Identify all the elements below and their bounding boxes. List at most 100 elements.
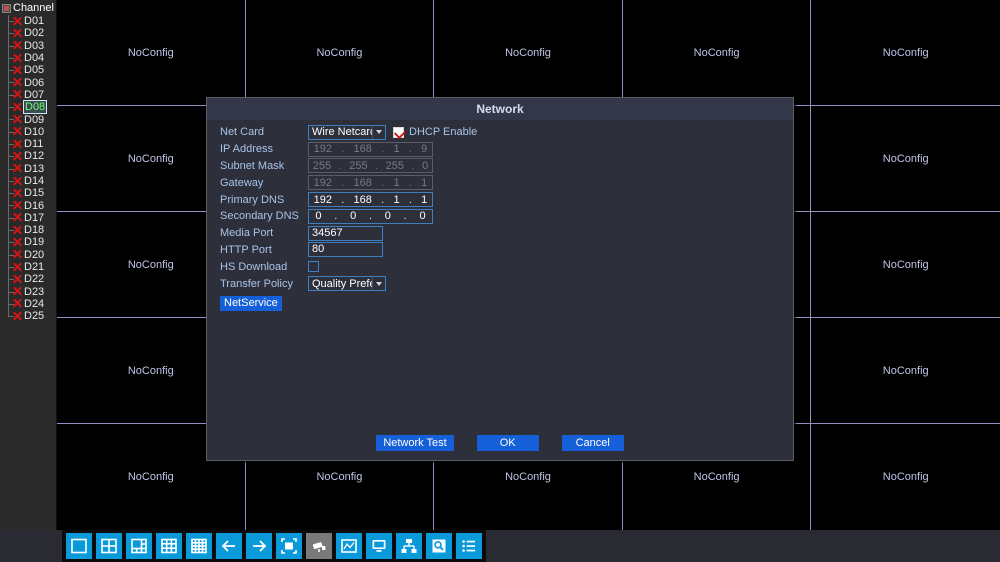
channel-item-d19[interactable]: D19 (4, 236, 56, 248)
channel-item-d16[interactable]: D16 (4, 199, 56, 212)
channel-item-d25[interactable]: D25 (4, 310, 56, 322)
dialog-footer: Network Test OK Cancel (207, 435, 793, 451)
channel-item-label: D23 (24, 285, 45, 298)
video-cell[interactable]: NoConfig (811, 424, 1000, 530)
channel-item-d09[interactable]: D09 (4, 113, 56, 126)
six-view-icon (130, 537, 148, 555)
form-row-primary-dns: Primary DNS 192. 168. 1. 1 (220, 191, 477, 208)
video-cell[interactable]: NoConfig (434, 0, 623, 106)
channel-item-label: D05 (24, 64, 45, 77)
video-cell[interactable]: NoConfig (811, 212, 1000, 318)
channel-item-d03[interactable]: D03 (4, 40, 56, 52)
output-adjust-button[interactable] (366, 533, 392, 559)
primary-dns-input[interactable]: 192. 168. 1. 1 (308, 192, 433, 208)
gateway-octet-4: 1 (421, 176, 428, 189)
dhcp-enable-checkbox[interactable] (393, 126, 404, 138)
channel-item-label: D20 (24, 248, 45, 261)
channel-item-d06[interactable]: D06 (4, 76, 56, 89)
view-1-split-button[interactable] (66, 533, 92, 559)
channel-item-d22[interactable]: D22 (4, 273, 56, 285)
channel-item-d10[interactable]: D10 (4, 126, 56, 138)
channel-item-label: D25 (24, 310, 45, 323)
cancel-button[interactable]: Cancel (561, 435, 624, 451)
network-test-button[interactable]: Network Test (376, 435, 454, 451)
media-port-input[interactable]: 34567 (308, 225, 383, 241)
channel-item-d20[interactable]: D20 (4, 249, 56, 261)
transfer-policy-select[interactable]: Quality Prefer (308, 276, 386, 292)
channel-item-d08[interactable]: D08 (4, 100, 56, 115)
red-x-icon (12, 176, 23, 187)
red-x-icon (12, 274, 23, 285)
channel-item-d05[interactable]: D05 (4, 64, 56, 76)
channel-tree-header[interactable]: Channel (0, 0, 56, 15)
ok-button[interactable]: OK (476, 435, 539, 451)
primary-dns-octet-1: 192 (313, 193, 332, 206)
red-x-icon (12, 40, 23, 51)
channel-item-d01[interactable]: D01 (4, 15, 56, 27)
secondary-dns-octet-3: 0 (384, 210, 391, 223)
record-search-button[interactable] (426, 533, 452, 559)
subnet-mask-input[interactable]: 255. 255. 255. 0 (308, 158, 433, 174)
hs-download-checkbox[interactable] (308, 261, 319, 273)
chevron-down-icon[interactable] (372, 125, 385, 139)
view-4-split-button[interactable] (96, 533, 122, 559)
color-setting-button[interactable] (336, 533, 362, 559)
video-cell-label: NoConfig (693, 471, 740, 483)
dialog-title: Network (207, 98, 793, 120)
secondary-dns-input[interactable]: 0. 0. 0. 0 (308, 208, 433, 224)
chevron-down-icon[interactable] (372, 277, 385, 291)
primary-dns-octet-2: 168 (353, 193, 372, 206)
next-page-button[interactable] (246, 533, 272, 559)
net-card-select[interactable]: Wire Netcard (308, 124, 386, 140)
red-x-icon (12, 53, 23, 64)
channel-item-d07[interactable]: D07 (4, 89, 56, 101)
channel-item-d04[interactable]: D04 (4, 52, 56, 64)
view-6-split-button[interactable] (126, 533, 152, 559)
tree-expand-icon[interactable] (2, 3, 11, 13)
channel-item-d24[interactable]: D24 (4, 298, 56, 310)
channel-item-d15[interactable]: D15 (4, 187, 56, 199)
ip-address-label: IP Address (220, 143, 273, 156)
channel-item-d23[interactable]: D23 (4, 286, 56, 298)
channel-item-label: D22 (24, 273, 45, 286)
channel-item-d14[interactable]: D14 (4, 175, 56, 187)
main-menu-button[interactable] (456, 533, 482, 559)
red-x-icon (12, 298, 23, 309)
red-x-icon (12, 311, 23, 322)
fullscreen-button[interactable] (276, 533, 302, 559)
netservice-button[interactable]: NetService (220, 295, 282, 311)
media-port-label: Media Port (220, 227, 274, 240)
http-port-input[interactable]: 80 (308, 242, 383, 258)
video-cell-label: NoConfig (882, 471, 929, 483)
channel-item-d11[interactable]: D11 (4, 138, 56, 150)
channel-item-d17[interactable]: D17 (4, 212, 56, 224)
channel-item-label: D03 (24, 39, 45, 52)
red-x-icon (12, 114, 23, 125)
ptz-control-button[interactable] (306, 533, 332, 559)
red-x-icon (12, 237, 23, 248)
channel-item-d18[interactable]: D18 (4, 224, 56, 236)
channel-item-d13[interactable]: D13 (4, 163, 56, 175)
channel-item-d02[interactable]: D02 (4, 27, 56, 39)
dhcp-enable-group[interactable]: DHCP Enable (393, 126, 477, 138)
gateway-input[interactable]: 192. 168. 1. 1 (308, 175, 433, 191)
previous-page-button[interactable] (216, 533, 242, 559)
device-tree-button[interactable] (396, 533, 422, 559)
video-cell[interactable]: NoConfig (622, 0, 812, 106)
ip-octet-3: 1 (393, 143, 400, 156)
nvr-live-view-screen: Channel D01 D02 D03 D04 D05 D06 D07 D08 D09 D10 D1… (0, 0, 1000, 562)
view-16-split-button[interactable] (186, 533, 212, 559)
video-cell[interactable]: NoConfig (811, 0, 1000, 106)
transfer-policy-value: Quality Prefer (312, 277, 380, 290)
video-cell[interactable]: NoConfig (57, 0, 246, 106)
channel-tree-header-label: Channel (13, 1, 54, 14)
ip-address-input[interactable]: 192. 168. 1. 9 (308, 141, 433, 157)
video-cell[interactable]: NoConfig (811, 106, 1000, 212)
channel-item-d21[interactable]: D21 (4, 261, 56, 273)
video-cell-label: NoConfig (127, 471, 174, 483)
video-cell[interactable]: NoConfig (811, 318, 1000, 424)
view-9-split-button[interactable] (156, 533, 182, 559)
channel-item-d12[interactable]: D12 (4, 150, 56, 162)
transfer-policy-label: Transfer Policy (220, 277, 293, 290)
video-cell[interactable]: NoConfig (245, 0, 435, 106)
